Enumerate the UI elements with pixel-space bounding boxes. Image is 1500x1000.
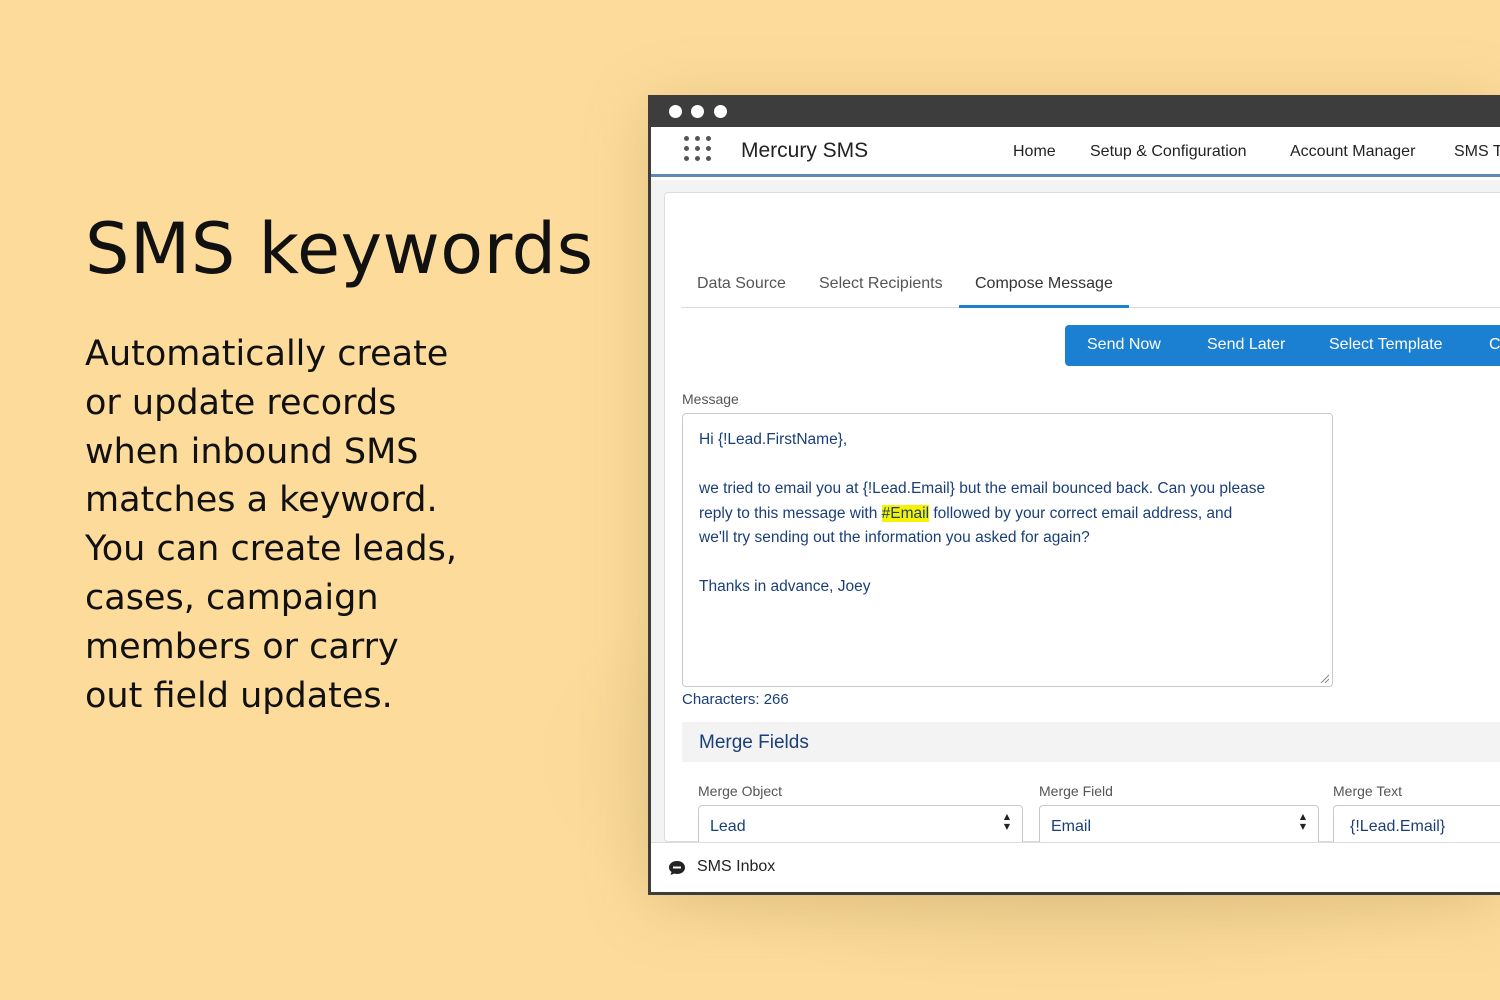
window-maximize-dot[interactable]	[714, 105, 727, 118]
page-headline: SMS keywords	[85, 208, 594, 290]
message-textarea[interactable]: Hi {!Lead.FirstName}, we tried to email …	[682, 413, 1333, 687]
app-name: Mercury SMS	[741, 139, 869, 162]
description-line: Automatically create	[85, 334, 449, 374]
merge-text-value: {!Lead.Email}	[1350, 818, 1446, 835]
merge-text-label: Merge Text	[1333, 783, 1402, 799]
description-line: or update records	[85, 382, 397, 423]
window-close-dot[interactable]	[669, 105, 682, 118]
send-later-button[interactable]: Send Later	[1207, 336, 1285, 354]
merge-field-select[interactable]: Email ▲ ▼	[1039, 805, 1319, 845]
message-line: reply to this message with #Email follow…	[699, 502, 1316, 527]
description-line: matches a keyword.	[85, 480, 438, 521]
merge-field-value: Email	[1051, 818, 1092, 835]
description-line: You can create leads,	[85, 529, 457, 570]
description-line: members or carry	[85, 626, 399, 667]
message-line: we'll try sending out the information yo…	[699, 529, 1090, 546]
resize-grip-icon[interactable]	[1319, 673, 1329, 683]
message-line: Thanks in advance, Joey	[699, 578, 871, 595]
nav-item-account-manager[interactable]: Account Manager	[1290, 143, 1415, 161]
merge-object-label: Merge Object	[698, 783, 783, 799]
tab-select-recipients[interactable]: Select Recipients	[819, 275, 943, 308]
message-line: we tried to email you at {!Lead.Email} b…	[699, 480, 1266, 497]
merge-text-input[interactable]: {!Lead.Email}	[1333, 805, 1500, 845]
character-count: Characters: 266	[682, 691, 789, 708]
nav-item-home[interactable]: Home	[1013, 143, 1056, 161]
window-minimize-dot[interactable]	[691, 105, 704, 118]
description-line: out field updates.	[85, 675, 393, 716]
message-text: reply to this message with	[699, 504, 882, 522]
browser-window: Mercury SMS Home Setup & Configuration A…	[648, 95, 1500, 895]
select-arrows-icon: ▲ ▼	[1299, 812, 1307, 831]
merge-field-label: Merge Field	[1039, 783, 1113, 799]
message-label: Message	[682, 391, 739, 407]
tab-data-source[interactable]: Data Source	[697, 275, 786, 308]
wizard-tabs: Data Source Select Recipients Compose Me…	[681, 275, 1500, 308]
utility-bar: SMS Inbox	[651, 842, 1500, 892]
feature-description: Automatically create or update records w…	[85, 330, 505, 720]
merge-object-value: Lead	[710, 818, 746, 835]
cancel-button[interactable]: Ca	[1489, 336, 1500, 354]
sms-inbox-label[interactable]: SMS Inbox	[697, 858, 775, 876]
nav-item-setup-configuration[interactable]: Setup & Configuration	[1090, 143, 1247, 161]
message-line: Hi {!Lead.FirstName},	[699, 431, 848, 448]
app-header: Mercury SMS Home Setup & Configuration A…	[651, 127, 1500, 177]
merge-fields-header: Merge Fields	[682, 722, 1500, 762]
app-launcher-grid-icon[interactable]	[684, 136, 714, 166]
sms-chat-icon	[669, 861, 685, 875]
select-arrows-icon: ▲ ▼	[1003, 812, 1011, 831]
description-line: when inbound SMS	[85, 431, 419, 472]
nav-item-sms-templates[interactable]: SMS Te	[1454, 143, 1500, 161]
keyword-highlight: #Email	[881, 504, 930, 522]
description-line: cases, campaign	[85, 577, 379, 618]
merge-fields-title: Merge Fields	[699, 732, 809, 753]
action-button-group: Send Now Send Later Select Template Ca	[1065, 325, 1500, 366]
window-titlebar	[651, 95, 1500, 127]
select-template-button[interactable]: Select Template	[1329, 336, 1443, 354]
send-now-button[interactable]: Send Now	[1087, 336, 1161, 354]
merge-object-select[interactable]: Lead ▲ ▼	[698, 805, 1023, 845]
tab-compose-message[interactable]: Compose Message	[959, 275, 1129, 308]
message-text: followed by your correct email address, …	[929, 504, 1233, 522]
